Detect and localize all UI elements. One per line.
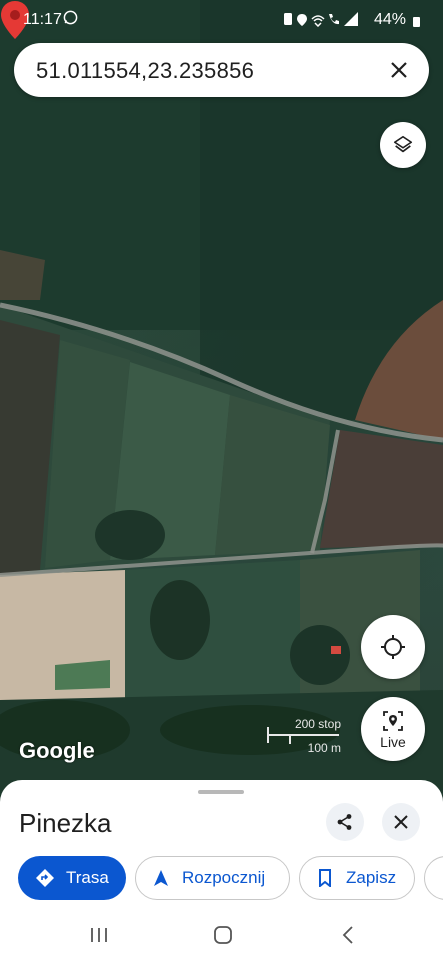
bookmark-icon [314,867,336,889]
directions-icon [34,867,56,889]
more-actions-chip[interactable] [424,856,443,900]
sheet-drag-handle[interactable] [198,790,244,794]
partial-chip-icon [439,867,443,889]
wifi-icon [284,12,358,28]
clear-search-button[interactable] [383,54,415,86]
back-button[interactable] [333,920,363,950]
search-query[interactable]: 51.011554,23.235856 [36,58,254,84]
status-icons [282,11,362,30]
scale-imperial: 200 stop [294,717,341,731]
recent-apps-icon [91,928,107,942]
close-icon [391,62,407,78]
status-time: 11:17 [23,11,62,28]
start-label: Rozpocznij [182,868,266,887]
search-bar[interactable]: 51.011554,23.235856 [14,43,429,97]
status-bar: 11:17 44% [0,0,443,40]
battery-icon [413,17,420,27]
map-scale: 200 stop 100 m [267,717,343,757]
start-navigation-button[interactable]: Rozpocznij [135,856,290,900]
live-label: Live [380,733,406,750]
scale-metric: 100 m [307,741,341,755]
home-icon [214,926,232,944]
directions-button[interactable]: Trasa [18,856,126,900]
action-chips: Trasa Rozpocznij Zapisz [18,856,443,900]
place-title: Pinezka [19,808,112,838]
map-layers-button[interactable] [380,122,426,168]
scale-tick-lower [289,736,291,744]
back-icon [342,926,353,944]
whatsapp-icon [63,10,78,28]
home-button[interactable] [208,920,238,950]
directions-label: Trasa [66,868,109,887]
live-view-icon [383,710,403,731]
google-attribution: Google [19,738,95,763]
layers-icon [393,135,413,153]
scale-bar [267,734,339,736]
save-button[interactable]: Zapisz [299,856,415,900]
close-icon [394,815,408,829]
recent-apps-button[interactable] [84,920,114,950]
system-navigation-bar [0,912,443,960]
satellite-map[interactable] [0,0,443,800]
save-label: Zapisz [346,868,397,887]
satellite-imagery [0,0,443,800]
live-view-button[interactable]: Live [361,697,425,761]
navigation-arrow-icon [150,867,172,889]
crosshair-icon [381,635,405,659]
share-icon [337,814,352,830]
share-button[interactable] [326,803,364,841]
close-sheet-button[interactable] [382,803,420,841]
my-location-button[interactable] [361,615,425,679]
battery-level: 44% [374,11,407,28]
